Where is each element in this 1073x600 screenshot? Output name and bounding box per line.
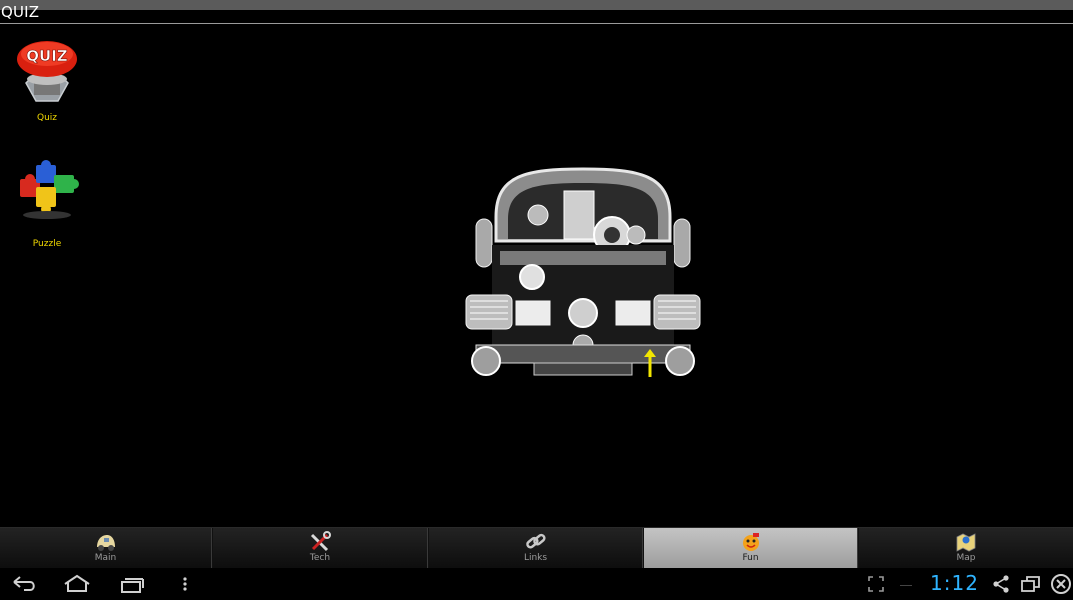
tab-bar: Main Tech Links Fun Map: [0, 527, 1073, 569]
tab-label: Tech: [309, 553, 331, 563]
main-content: QUIZ Quiz Puzzle: [0, 25, 1073, 527]
sidebar-item-label: Quiz: [36, 113, 57, 123]
back-icon[interactable]: [10, 574, 38, 594]
svg-text:QUIZ: QUIZ: [26, 47, 68, 65]
tab-main[interactable]: Main: [0, 528, 212, 569]
chain-link-icon: [525, 533, 546, 549]
beetle-car-icon: [96, 535, 115, 551]
title-bar: QUIZ: [0, 0, 1073, 24]
tab-label: Map: [956, 553, 976, 563]
window-icon[interactable]: [1020, 574, 1042, 594]
clock: 1:12: [930, 571, 979, 595]
tab-map[interactable]: Map: [859, 528, 1073, 569]
divider: [900, 585, 912, 586]
fun-face-icon: [742, 533, 759, 551]
tab-label: Main: [94, 553, 117, 563]
share-icon[interactable]: [991, 574, 1011, 594]
fullscreen-icon[interactable]: [866, 574, 886, 594]
tab-label: Fun: [742, 553, 759, 563]
tab-fun[interactable]: Fun: [644, 528, 858, 569]
menu-icon[interactable]: [180, 574, 190, 594]
app-title: QUIZ: [1, 3, 40, 21]
sidebar-item-label: Puzzle: [32, 239, 62, 249]
quiz-button-icon: QUIZ: [17, 41, 77, 102]
tools-icon: [310, 531, 331, 552]
map-icon: [956, 533, 976, 552]
recent-apps-icon[interactable]: [118, 574, 146, 594]
system-nav-bar: 1:12: [0, 568, 1073, 600]
sidebar-item-quiz[interactable]: QUIZ Quiz: [8, 39, 86, 123]
tab-links[interactable]: Links: [429, 528, 643, 569]
tab-label: Links: [523, 553, 548, 563]
tab-tech[interactable]: Tech: [213, 528, 428, 569]
home-icon[interactable]: [62, 574, 92, 594]
puzzle-pieces-icon: [20, 160, 79, 219]
engine-diagram-image: [465, 167, 701, 377]
close-icon[interactable]: [1050, 573, 1072, 595]
sidebar-item-puzzle[interactable]: Puzzle: [8, 157, 86, 249]
